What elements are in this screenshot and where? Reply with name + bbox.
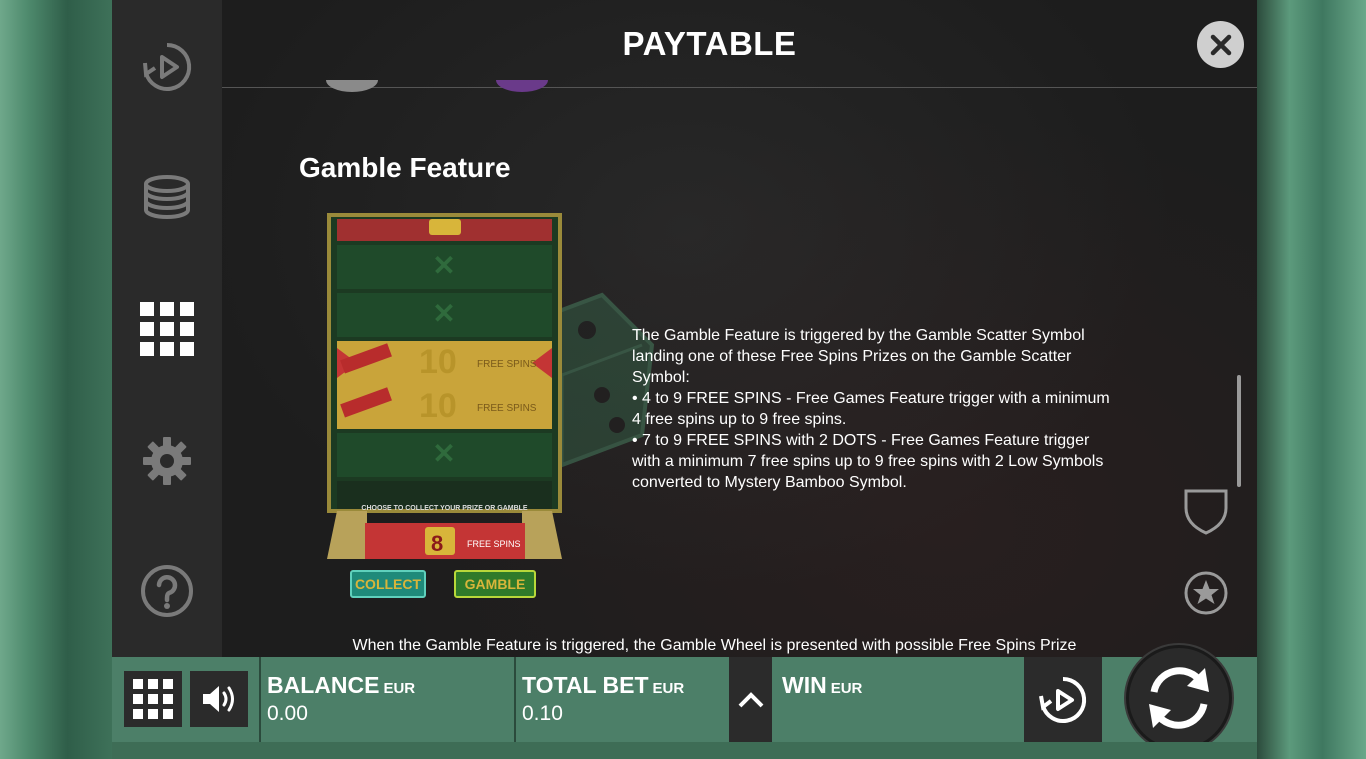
svg-text:✕: ✕	[432, 250, 455, 281]
bet-unit: EUR	[652, 680, 685, 697]
paytable-button[interactable]	[112, 289, 222, 369]
panel-header: PAYTABLE	[222, 0, 1257, 92]
balance-label: BALANCE EUR	[267, 672, 415, 699]
balance-unit: EUR	[383, 680, 416, 697]
autoplay-icon	[1039, 676, 1087, 723]
bet-selector-button[interactable]	[729, 657, 772, 742]
symbol-fragment-right	[496, 80, 548, 92]
section-title: Gamble Feature	[299, 152, 511, 183]
chevron-up-icon	[738, 691, 763, 707]
total-bet-value: 0.10	[522, 702, 563, 725]
bottom-strip	[112, 742, 1257, 759]
balance-label-text: BALANCE	[267, 672, 380, 698]
total-bet-label: TOTAL BET EUR	[522, 672, 684, 699]
total-bet-label-text: TOTAL BET	[522, 672, 649, 698]
description-paragraph: The Gamble Feature is triggered by the G…	[632, 327, 1085, 386]
spin-button[interactable]	[1126, 645, 1232, 751]
menu-grid-icon	[133, 679, 173, 719]
help-button[interactable]	[112, 551, 222, 631]
symbol-fragment-left	[326, 80, 378, 92]
win-label: WIN EUR	[782, 672, 862, 699]
continuation-text: When the Gamble Feature is triggered, th…	[352, 637, 1077, 654]
win-label-text: WIN	[782, 672, 827, 698]
autoplay-button[interactable]	[1024, 657, 1102, 742]
gear-icon	[143, 437, 191, 485]
close-icon	[1210, 34, 1231, 55]
prize-row-label-1: FREE SPINS	[477, 359, 537, 370]
collect-button-illustration: COLLECT	[350, 570, 426, 598]
side-menu	[112, 0, 222, 657]
autoplay-menu-button[interactable]	[112, 27, 222, 107]
sound-button[interactable]	[190, 671, 248, 727]
divider	[259, 657, 261, 742]
paytable-grid-icon	[140, 302, 194, 356]
paytable-panel: PAYTABLE Gamble Feature ✕ ✕ ✕ 10 FREE SP…	[222, 0, 1257, 657]
bet-settings-button[interactable]	[112, 158, 222, 238]
background-right	[1257, 0, 1366, 759]
autoplay-icon	[143, 42, 192, 91]
star-icon[interactable]	[1183, 570, 1229, 616]
svg-text:✕: ✕	[432, 298, 455, 329]
scrollbar[interactable]	[1237, 375, 1241, 487]
coins-icon	[144, 175, 190, 219]
spin-arrows-icon	[1149, 667, 1209, 729]
bottom-bar: BALANCE EUR 0.00 TOTAL BET EUR 0.10 WIN EUR	[112, 645, 1257, 751]
divider	[514, 657, 516, 742]
feature-description: The Gamble Feature is triggered by the G…	[632, 325, 1122, 493]
gamble-button-illustration: GAMBLE	[454, 570, 536, 598]
svg-text:✕: ✕	[432, 438, 455, 469]
prize-row-value-1: 10	[419, 343, 457, 381]
description-bullet: • 7 to 9 FREE SPINS with 2 DOTS - Free G…	[632, 432, 1104, 491]
prize-row-value-2: 10	[419, 387, 457, 425]
page-title: PAYTABLE	[622, 25, 797, 62]
close-button[interactable]	[1197, 21, 1244, 68]
gamble-feature-illustration: ✕ ✕ ✕ 10 FREE SPINS 10 FREE SPINS CHOOSE…	[327, 213, 562, 603]
help-icon	[141, 565, 193, 617]
win-unit: EUR	[830, 680, 863, 697]
prize-label: FREE SPINS	[467, 539, 521, 549]
background-left	[0, 0, 112, 759]
shield-icon[interactable]	[1183, 488, 1229, 536]
balance-value: 0.00	[267, 702, 308, 725]
prize-value: 8	[431, 531, 444, 556]
settings-button[interactable]	[112, 421, 222, 501]
prize-row-label-2: FREE SPINS	[477, 403, 537, 414]
menu-button[interactable]	[124, 671, 182, 727]
speaker-icon	[203, 686, 234, 712]
prize-frame	[327, 511, 562, 559]
description-bullet: • 4 to 9 FREE SPINS - Free Games Feature…	[632, 390, 1110, 428]
